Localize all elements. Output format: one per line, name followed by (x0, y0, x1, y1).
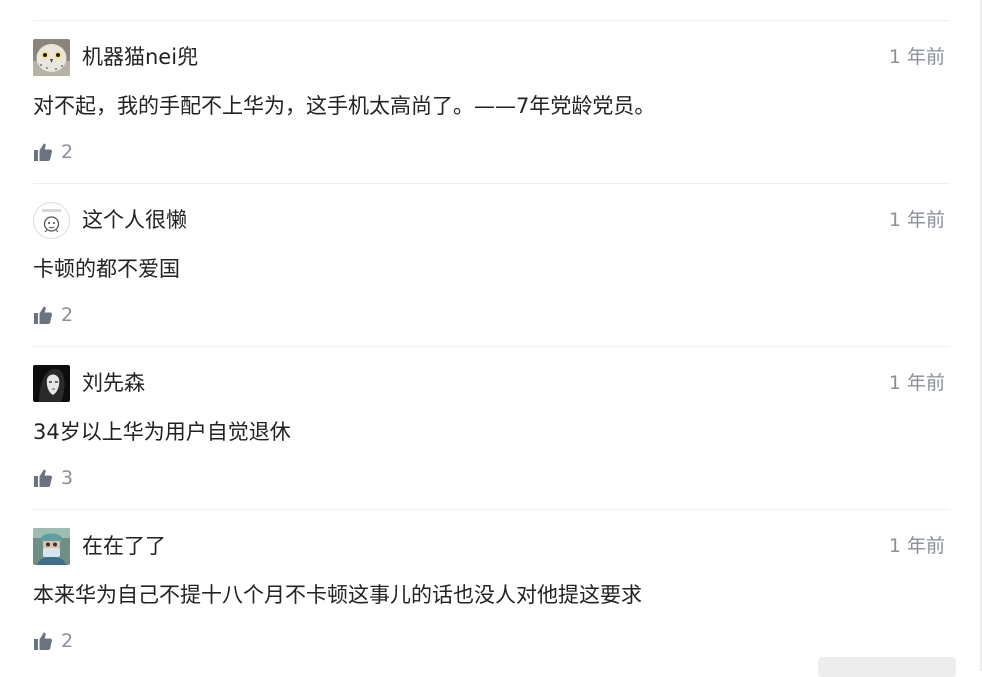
comment-text: 对不起，我的手配不上华为，这手机太高尚了。——7年党龄党员。 (33, 94, 656, 118)
comment-item: 机器猫nei兜 1 年前 对不起，我的手配不上华为，这手机太高尚了。——7年党龄… (33, 21, 950, 183)
comments-page: 机器猫nei兜 1 年前 对不起，我的手配不上华为，这手机太高尚了。——7年党龄… (0, 0, 982, 677)
user-avatar[interactable] (33, 528, 70, 565)
cartoon-avatar-icon (33, 202, 70, 239)
comment-time: 1 年前 (888, 46, 945, 68)
comment-item: 在在了了 1 年前 本来华为自己不提十八个月不卡顿这事儿的话也没人对他提这要求 … (33, 510, 950, 672)
comment-item: 刘先森 1 年前 34岁以上华为用户自觉退休 3 (33, 347, 950, 509)
comment-time: 1 年前 (888, 372, 945, 394)
masked-person-avatar-icon (33, 528, 70, 565)
load-more-button[interactable] (818, 657, 956, 677)
user-avatar[interactable] (33, 365, 70, 402)
like-count: 2 (61, 304, 74, 326)
like-button[interactable]: 2 (33, 302, 73, 328)
thumbs-up-icon (34, 306, 52, 324)
like-count: 2 (61, 630, 74, 652)
comment-header: 在在了了 1 年前 (33, 528, 950, 565)
comment-text: 本来华为自己不提十八个月不卡顿这事儿的话也没人对他提这要求 (33, 583, 642, 607)
comment-text: 34岁以上华为用户自觉退休 (33, 420, 291, 444)
thumbs-up-icon (34, 632, 52, 650)
comment-text: 卡顿的都不爱国 (33, 257, 180, 281)
like-button[interactable]: 2 (33, 628, 73, 654)
thumbs-up-icon (34, 143, 52, 161)
user-avatar[interactable] (33, 202, 70, 239)
comment-item: 这个人很懒 1 年前 卡顿的都不爱国 2 (33, 184, 950, 346)
comment-time: 1 年前 (888, 209, 945, 231)
comment-time: 1 年前 (888, 535, 945, 557)
thumbs-up-icon (34, 469, 52, 487)
user-avatar[interactable] (33, 39, 70, 76)
owl-avatar-icon (33, 39, 70, 76)
like-count: 2 (61, 141, 74, 163)
comment-list: 机器猫nei兜 1 年前 对不起，我的手配不上华为，这手机太高尚了。——7年党龄… (33, 20, 950, 672)
username[interactable]: 刘先森 (82, 370, 145, 396)
like-button[interactable]: 2 (33, 139, 73, 165)
comment-header: 刘先森 1 年前 (33, 365, 950, 402)
username[interactable]: 在在了了 (82, 533, 166, 559)
portrait-avatar-icon (33, 365, 70, 402)
like-count: 3 (61, 467, 74, 489)
like-button[interactable]: 3 (33, 465, 73, 491)
username[interactable]: 这个人很懒 (82, 207, 187, 233)
comment-header: 这个人很懒 1 年前 (33, 202, 950, 239)
username[interactable]: 机器猫nei兜 (82, 44, 198, 70)
comment-header: 机器猫nei兜 1 年前 (33, 39, 950, 76)
